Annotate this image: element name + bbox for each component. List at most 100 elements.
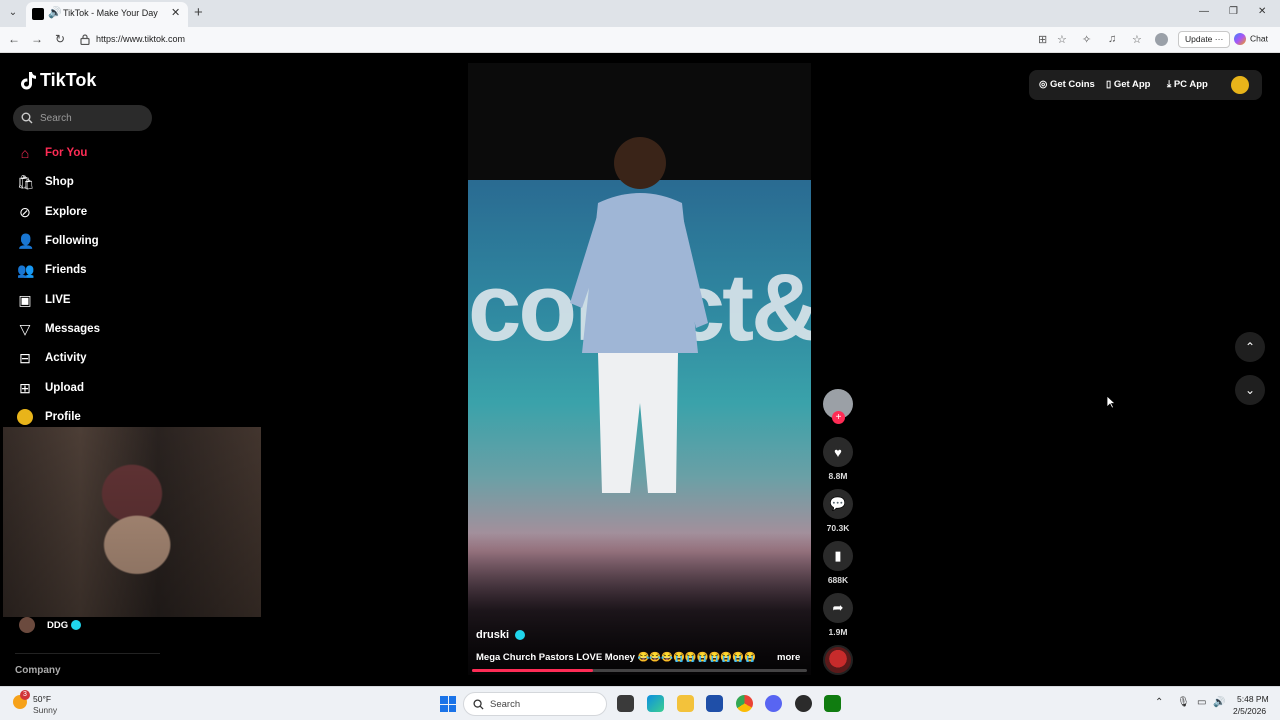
follow-plus-icon[interactable]: +: [832, 411, 845, 424]
site-info-icon[interactable]: [80, 34, 90, 45]
logo-text: TikTok: [40, 70, 97, 90]
get-app-label: Get App: [1113, 79, 1151, 90]
tray-overflow-icon[interactable]: ⌃: [1155, 697, 1163, 708]
copilot-chat-button[interactable]: Chat: [1234, 33, 1268, 45]
pc-app-button[interactable]: ⤓ PC App: [1167, 79, 1208, 90]
sidebar-item-label: Upload: [45, 382, 84, 394]
video-progress-fill: [472, 669, 593, 672]
browser-profile-avatar[interactable]: [1155, 33, 1168, 46]
tab-close-icon[interactable]: ✕: [171, 6, 180, 19]
active-tab[interactable]: 🔊 TikTok - Make Your Day ✕: [26, 2, 188, 27]
share-icon[interactable]: ➦: [823, 593, 853, 623]
window-close-icon[interactable]: ✕: [1258, 6, 1266, 17]
favorite-star-icon[interactable]: ☆: [1057, 33, 1067, 46]
url-field[interactable]: https://www.tiktok.com: [96, 34, 185, 44]
comment-icon[interactable]: 💬: [823, 489, 853, 519]
extensions-icon[interactable]: ✧: [1082, 33, 1091, 46]
sidebar-item-label: For You: [45, 147, 88, 159]
audio-icon[interactable]: 🔊: [48, 6, 62, 19]
restore-icon[interactable]: ❐: [1229, 6, 1238, 17]
sidebar-item-explore[interactable]: ⊘ Explore: [17, 200, 217, 224]
weather-condition: Sunny: [33, 705, 58, 715]
weather-badge: 3: [20, 690, 30, 700]
obs-icon[interactable]: [795, 695, 812, 712]
next-video-button[interactable]: ⌄: [1235, 375, 1265, 405]
clock-time[interactable]: 5:48 PM: [1237, 694, 1269, 704]
friends-icon: 👥: [17, 262, 35, 278]
edge-icon[interactable]: [647, 695, 664, 712]
sidebar-item-for-you[interactable]: ⌂ For You: [17, 141, 217, 165]
forward-icon[interactable]: →: [31, 32, 43, 46]
update-button[interactable]: Update ···: [1178, 31, 1231, 48]
video-author[interactable]: druski: [476, 629, 526, 641]
search-placeholder: Search: [40, 113, 72, 124]
clock-date[interactable]: 2/5/2026: [1233, 706, 1266, 716]
copilot-icon: [1234, 33, 1246, 45]
comment-count: 70.3K: [826, 523, 850, 533]
new-tab-button[interactable]: +: [194, 4, 203, 21]
chrome-icon[interactable]: [736, 695, 753, 712]
search-input[interactable]: Search: [13, 105, 152, 131]
live-icon: ▣: [18, 292, 32, 308]
minimize-icon[interactable]: —: [1199, 6, 1209, 17]
company-link[interactable]: Company: [15, 665, 61, 676]
video-player[interactable]: collect&bra druski Mega Church Pastors L…: [468, 63, 811, 675]
previous-video-button[interactable]: ⌃: [1235, 332, 1265, 362]
network-icon[interactable]: ▭: [1197, 697, 1206, 708]
sidebar-item-messages[interactable]: ▽ Messages: [17, 317, 217, 341]
file-explorer-icon[interactable]: [677, 695, 694, 712]
sidebar-item-shop[interactable]: 🛍 Shop: [17, 170, 217, 194]
get-app-button[interactable]: ▯ Get App: [1106, 79, 1150, 90]
microphone-icon[interactable]: 🎙: [1177, 697, 1190, 708]
top-actions-bar: ◎ Get Coins ▯ Get App ⤓ PC App: [1029, 70, 1262, 100]
task-view-icon[interactable]: [617, 695, 634, 712]
avatar: [17, 409, 33, 425]
video-progress-bar[interactable]: [472, 669, 807, 672]
tab-title: TikTok - Make Your Day: [63, 8, 158, 18]
browser-tab-bar: ⌄ 🔊 TikTok - Make Your Day ✕ + — ❐ ✕: [0, 0, 1280, 27]
more-options-icon: ···: [1214, 34, 1224, 44]
upload-icon: ⊞: [19, 380, 31, 396]
search-icon: [473, 699, 484, 710]
address-bar: ← → ↻ https://www.tiktok.com ⊞ ☆ ✧ ♫ ☆ U…: [0, 27, 1280, 53]
favorites-icon[interactable]: ☆: [1132, 33, 1142, 46]
taskbar-search-input[interactable]: Search: [463, 692, 607, 716]
share-action[interactable]: ➦ 1.9M: [821, 593, 855, 637]
tab-list-button[interactable]: ⌄: [5, 5, 21, 21]
comment-action[interactable]: 💬 70.3K: [821, 489, 855, 533]
sidebar-item-activity[interactable]: ⊟ Activity: [17, 346, 217, 370]
bookmark-icon[interactable]: ▮: [823, 541, 853, 571]
caption-more-button[interactable]: more: [777, 652, 800, 663]
sidebar-divider: [15, 653, 160, 654]
volume-icon[interactable]: 🔊: [1213, 697, 1225, 708]
sidebar-item-following[interactable]: 👤 Following: [17, 229, 217, 253]
following-account-ddg[interactable]: DDG: [19, 617, 82, 633]
messages-icon: ▽: [19, 321, 31, 337]
mouse-cursor-icon: [1106, 395, 1116, 409]
sidebar-item-profile[interactable]: Profile: [17, 405, 217, 429]
store-icon[interactable]: [706, 695, 723, 712]
get-coins-button[interactable]: ◎ Get Coins: [1039, 79, 1095, 90]
home-icon: ⌂: [20, 145, 30, 161]
sidebar-item-upload[interactable]: ⊞ Upload: [17, 376, 217, 400]
back-icon[interactable]: ←: [8, 32, 20, 46]
tiktok-logo[interactable]: TikTok: [19, 70, 96, 91]
save-action[interactable]: ▮ 688K: [821, 541, 855, 585]
reload-icon[interactable]: ↻: [55, 32, 65, 46]
split-screen-icon[interactable]: ♫: [1108, 33, 1116, 45]
sound-disc-avatar[interactable]: [823, 645, 853, 675]
heart-icon[interactable]: ♥: [823, 437, 853, 467]
weather-temperature[interactable]: 50°F: [33, 694, 51, 704]
verified-icon: [71, 620, 82, 630]
activity-icon: ⊟: [19, 350, 31, 366]
apps-icon[interactable]: ⊞: [1038, 33, 1047, 46]
sidebar-item-friends[interactable]: 👥 Friends: [17, 258, 217, 282]
like-action[interactable]: ♥ 8.8M: [821, 437, 855, 481]
avatar[interactable]: [1231, 76, 1249, 94]
save-count: 688K: [827, 575, 849, 585]
sidebar-item-live[interactable]: ▣ LIVE: [17, 288, 217, 312]
account-name: DDG: [47, 619, 69, 631]
discord-icon[interactable]: [765, 695, 782, 712]
start-button[interactable]: [440, 696, 456, 712]
xbox-icon[interactable]: [824, 695, 841, 712]
